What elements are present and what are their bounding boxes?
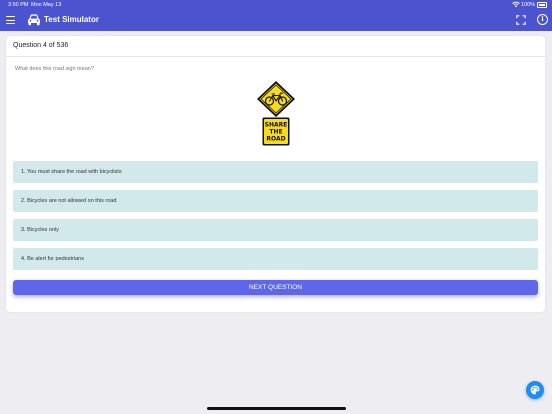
menu-icon[interactable]	[6, 16, 16, 25]
answer-label: 1. You must share the road with bicyclis…	[21, 169, 122, 175]
fullscreen-icon[interactable]	[516, 15, 526, 25]
palette-icon	[530, 385, 540, 395]
bicycle-sign-icon	[257, 81, 295, 117]
next-question-button[interactable]: NEXT QUESTION	[13, 280, 538, 295]
question-header: Question 4 of 536	[6, 36, 545, 57]
answer-option-3[interactable]: 3. Bicycles only	[13, 219, 538, 241]
answer-label: 3. Bicycles only	[21, 227, 59, 233]
sign-text-line-3: ROAD	[266, 136, 285, 143]
app-header: Test Simulator i	[0, 10, 552, 31]
battery-icon	[537, 2, 547, 8]
question-counter: Question 4 of 536	[13, 42, 69, 49]
share-the-road-sign: SHARE THE ROAD	[262, 117, 290, 146]
info-icon[interactable]: i	[537, 14, 548, 25]
status-date: Mon May 13	[31, 2, 62, 8]
app-title: Test Simulator	[44, 15, 99, 24]
answer-label: 2. Bicycles are not allowed on this road	[21, 198, 117, 204]
sign-text-line-2: THE	[269, 129, 282, 136]
battery-percent: 100%	[521, 2, 536, 8]
question-card: Question 4 of 536 What does this road si…	[6, 36, 545, 312]
status-time: 3:50 PM	[8, 2, 29, 8]
car-icon	[28, 14, 40, 26]
sign-text-line-1: SHARE	[265, 122, 288, 129]
status-bar: 3:50 PM Mon May 13 100%	[0, 0, 552, 10]
question-text: What does this road sign mean?	[15, 66, 94, 72]
answer-label: 4. Be alert for pedestrians	[21, 256, 84, 262]
floating-action-button[interactable]	[526, 381, 544, 399]
wifi-icon	[512, 1, 520, 8]
answer-option-4[interactable]: 4. Be alert for pedestrians	[13, 248, 538, 270]
answer-option-2[interactable]: 2. Bicycles are not allowed on this road	[13, 190, 538, 212]
answer-option-1[interactable]: 1. You must share the road with bicyclis…	[13, 161, 538, 183]
home-indicator[interactable]	[207, 407, 346, 410]
